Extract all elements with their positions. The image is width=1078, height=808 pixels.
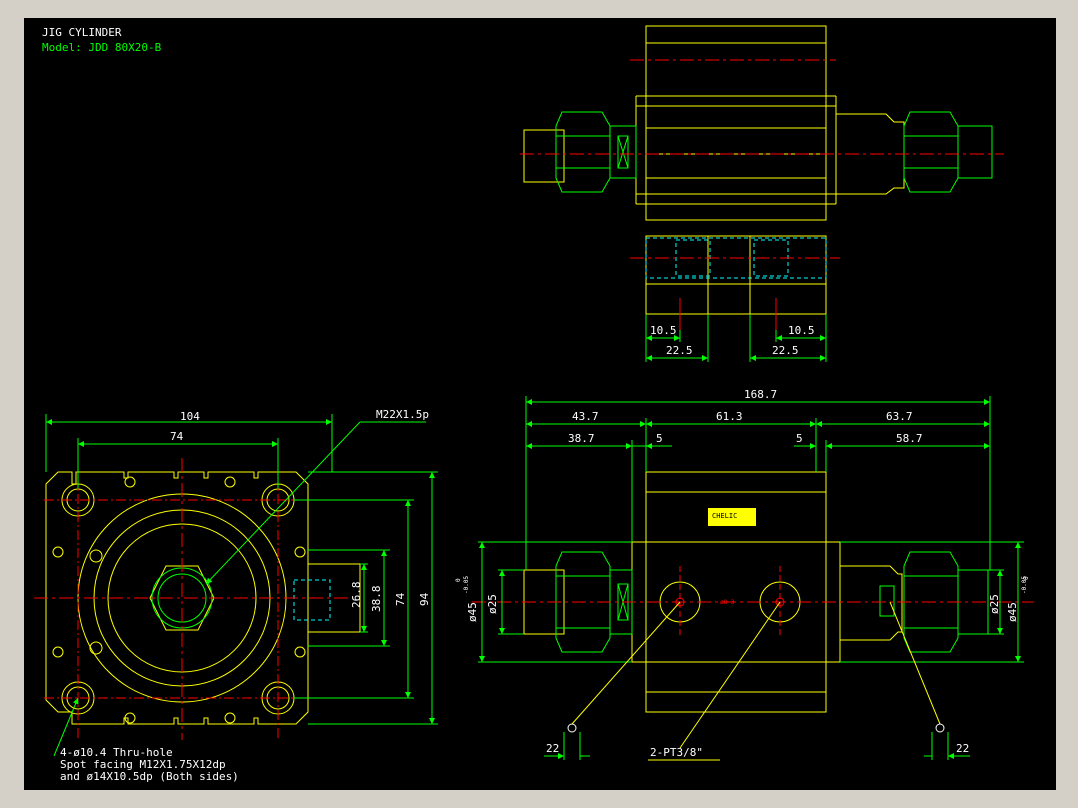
- port-spec-label: 2-PT3/8": [650, 746, 703, 759]
- dim-22-right: 22: [956, 742, 969, 755]
- dim-5-right: 5: [796, 432, 803, 445]
- dim-63-7: 63.7: [886, 410, 913, 423]
- dim-10-5-right: 10.5: [788, 324, 815, 337]
- dim-26-8: 26.8: [350, 582, 363, 609]
- thread-label: M22X1.5p: [376, 408, 429, 421]
- drawing-title: JIG CYLINDER: [42, 26, 122, 39]
- dim-168-7: 168.7: [744, 388, 777, 401]
- tol-zero-right: 0: [1023, 576, 1030, 580]
- dim-dia45-right: ø45: [1006, 602, 1019, 622]
- tol-zero-left: 0: [455, 578, 462, 582]
- top-body-outline: [645, 25, 827, 221]
- dim-94: 94: [418, 592, 431, 606]
- dim-5-left: 5: [656, 432, 663, 445]
- cad-drawing-canvas[interactable]: JIG CYLINDER Model: JDD 80X20-B 10.5 10.…: [24, 18, 1056, 790]
- dim-74-width: 74: [170, 430, 184, 443]
- dim-22-5-right: 22.5: [772, 344, 799, 357]
- dim-10-5-left: 10.5: [650, 324, 677, 337]
- dim-dia25-right: ø25: [988, 594, 1001, 614]
- front-view: CHELIC ø8 3: [455, 388, 1034, 761]
- dim-43-7: 43.7: [572, 410, 599, 423]
- dim-dia45-left: ø45: [466, 602, 479, 622]
- model-label: Model: JDD 80X20-B: [42, 41, 162, 54]
- top-view: 10.5 10.5 22.5 22.5: [520, 25, 1004, 362]
- dim-38-8: 38.8: [370, 586, 383, 613]
- dim-22-5-left: 22.5: [666, 344, 693, 357]
- dim-dia25-left: ø25: [486, 594, 499, 614]
- top-right-nut: [903, 111, 959, 193]
- dim-104: 104: [180, 410, 200, 423]
- brand-label: CHELIC: [712, 512, 737, 520]
- hole-note-3: and ø14X10.5dp (Both sides): [60, 770, 239, 783]
- dim-22-left: 22: [546, 742, 559, 755]
- dim-61-3: 61.3: [716, 410, 743, 423]
- dim-38-7: 38.7: [568, 432, 595, 445]
- corner-holes: [61, 483, 295, 715]
- cad-viewport-frame: JIG CYLINDER Model: JDD 80X20-B 10.5 10.…: [0, 0, 1078, 808]
- dim-58-7: 58.7: [896, 432, 923, 445]
- end-view: 104 74 M22X1.5p 26.8 38.8 74 94 4-ø10.4 …: [34, 408, 438, 783]
- tol-left: -0.05: [463, 576, 470, 594]
- drawing-svg: JIG CYLINDER Model: JDD 80X20-B 10.5 10.…: [34, 25, 1034, 783]
- dim-74-height: 74: [394, 592, 407, 606]
